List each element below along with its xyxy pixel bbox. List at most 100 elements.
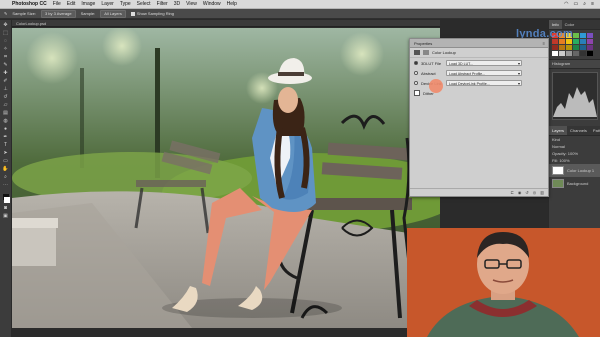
menu-help[interactable]: Help <box>227 1 237 7</box>
photo-canvas[interactable] <box>12 28 440 328</box>
quick-mask-icon[interactable]: ◙ <box>2 205 9 211</box>
layer-background[interactable]: Background <box>549 177 600 190</box>
status-icons: ◠ ▭ ⌕ ≡ <box>564 1 594 7</box>
view-previous-icon[interactable]: ◉ <box>518 190 522 195</box>
histogram-area <box>552 72 598 120</box>
sample-select[interactable]: All Layers <box>100 9 126 18</box>
checkbox-icon <box>130 11 135 16</box>
quick-select-tool-icon[interactable]: ✧ <box>2 46 9 52</box>
search-icon[interactable]: ⌕ <box>583 1 586 7</box>
menu-layer[interactable]: Layer <box>101 1 114 7</box>
histogram-header[interactable]: Histogram <box>549 59 600 69</box>
layer-filter-row: Kind <box>549 136 600 143</box>
menu-file[interactable]: File <box>53 1 61 7</box>
gradient-tool-icon[interactable]: ▤ <box>2 110 9 116</box>
menu-window[interactable]: Window <box>203 1 221 7</box>
eraser-tool-icon[interactable]: ▱ <box>2 102 9 108</box>
opacity-field[interactable]: Opacity: 100% <box>552 150 578 157</box>
color-swatch[interactable] <box>573 33 579 38</box>
color-swatch[interactable] <box>573 39 579 44</box>
reset-icon[interactable]: ↺ <box>525 190 528 195</box>
color-swatch[interactable] <box>580 39 586 44</box>
tab-layers[interactable]: Layers <box>549 126 568 135</box>
type-tool-icon[interactable]: T <box>2 142 9 148</box>
properties-titlebar[interactable]: Properties ≡ <box>410 39 548 48</box>
history-brush-tool-icon[interactable]: ↺ <box>2 94 9 100</box>
screen-mode-icon[interactable]: ▣ <box>2 213 9 219</box>
menu-image[interactable]: Image <box>81 1 95 7</box>
menu-select[interactable]: Select <box>137 1 151 7</box>
color-swatch[interactable] <box>580 33 586 38</box>
color-swatch[interactable] <box>559 45 565 50</box>
color-swatch[interactable] <box>587 39 593 44</box>
device-link-radio[interactable] <box>414 81 418 85</box>
zoom-tool-icon[interactable]: ⌕ <box>2 174 9 180</box>
clip-icon[interactable]: ⊏ <box>511 190 514 195</box>
menu-filter[interactable]: Filter <box>157 1 168 7</box>
stamp-tool-icon[interactable]: ⊥ <box>2 86 9 92</box>
tab-paths[interactable]: Paths <box>590 126 600 135</box>
lasso-tool-icon[interactable]: ◌ <box>2 38 9 44</box>
device-link-select[interactable]: Load DeviceLink Profile... <box>446 80 522 86</box>
path-select-tool-icon[interactable]: ➤ <box>2 150 9 156</box>
kind-filter[interactable]: Kind <box>552 136 560 143</box>
tools-panel: ✥ ⬚ ◌ ✧ ⌗ ✎ ✚ ✐ ⊥ ↺ ▱ ▤ ◍ ● ✒ T ➤ ▭ ✋ ⌕ … <box>0 20 12 337</box>
properties-panel: Properties ≡ Color Lookup 3DLUT File Loa… <box>409 38 549 197</box>
layer-color-lookup[interactable]: Color Lookup 1 <box>549 164 600 177</box>
layers-tabs: Layers Channels Paths <box>549 126 600 136</box>
color-swatch[interactable] <box>552 45 558 50</box>
menu-edit[interactable]: Edit <box>67 1 76 7</box>
color-swatch[interactable] <box>573 45 579 50</box>
menu-view[interactable]: View <box>186 1 197 7</box>
abstract-radio[interactable] <box>414 71 418 75</box>
color-swatch[interactable] <box>566 51 572 56</box>
shape-tool-icon[interactable]: ▭ <box>2 158 9 164</box>
dither-checkbox[interactable] <box>414 90 420 96</box>
lut-file-radio[interactable] <box>414 61 418 65</box>
lut-file-label: 3DLUT File <box>421 60 442 66</box>
sample-size-select[interactable]: 3 by 3 Average <box>40 9 76 18</box>
panel-menu-icon[interactable]: ≡ <box>543 41 545 46</box>
marquee-tool-icon[interactable]: ⬚ <box>2 30 9 36</box>
color-swatch[interactable] <box>587 33 593 38</box>
fill-field[interactable]: Fill: 100% <box>552 157 570 164</box>
crop-tool-icon[interactable]: ⌗ <box>2 54 9 60</box>
document-tab[interactable]: ColorLookup.psd <box>12 20 440 27</box>
tab-channels[interactable]: Channels <box>567 126 590 135</box>
hand-tool-icon[interactable]: ✋ <box>2 166 9 172</box>
eyedropper-tool-icon[interactable]: ✎ <box>4 11 7 16</box>
battery-icon[interactable]: ▭ <box>574 1 579 7</box>
options-bar: ✎ Sample Size: 3 by 3 Average Sample: Al… <box>0 9 600 19</box>
move-tool-icon[interactable]: ✥ <box>2 22 9 28</box>
color-swatch[interactable] <box>587 51 593 56</box>
blur-tool-icon[interactable]: ◍ <box>2 118 9 124</box>
blend-row: Normal <box>549 143 600 150</box>
color-swatch[interactable] <box>552 51 558 56</box>
color-swatch[interactable] <box>566 45 572 50</box>
mask-icon[interactable] <box>423 50 429 55</box>
color-swatch[interactable] <box>587 45 593 50</box>
more-tools-icon[interactable]: ⋯ <box>2 182 9 188</box>
color-swatch[interactable] <box>559 51 565 56</box>
brush-tool-icon[interactable]: ✐ <box>2 78 9 84</box>
color-swatch[interactable] <box>580 51 586 56</box>
color-swatch[interactable] <box>573 51 579 56</box>
show-ring-checkbox[interactable]: Show Sampling Ring <box>130 11 174 16</box>
pen-tool-icon[interactable]: ✒ <box>2 134 9 140</box>
healing-tool-icon[interactable]: ✚ <box>2 70 9 76</box>
trash-icon[interactable]: ▥ <box>540 190 544 195</box>
app-name[interactable]: Photoshop CC <box>12 1 47 7</box>
menu-type[interactable]: Type <box>120 1 131 7</box>
abstract-select[interactable]: Load Abstract Profile... <box>446 70 522 76</box>
wifi-icon[interactable]: ◠ <box>564 1 568 7</box>
background-color-swatch[interactable] <box>4 197 10 203</box>
list-icon[interactable]: ≡ <box>591 1 594 7</box>
menu-3d[interactable]: 3D <box>174 1 180 7</box>
lut-file-select[interactable]: Load 3D LUT... <box>446 60 522 66</box>
eyedropper-tool-icon[interactable]: ✎ <box>2 62 9 68</box>
blend-mode-select[interactable]: Normal <box>552 143 565 150</box>
color-swatch[interactable] <box>580 45 586 50</box>
adjustment-name: Color Lookup <box>432 50 456 55</box>
visibility-icon[interactable]: ◎ <box>533 190 537 195</box>
dodge-tool-icon[interactable]: ● <box>2 126 9 132</box>
